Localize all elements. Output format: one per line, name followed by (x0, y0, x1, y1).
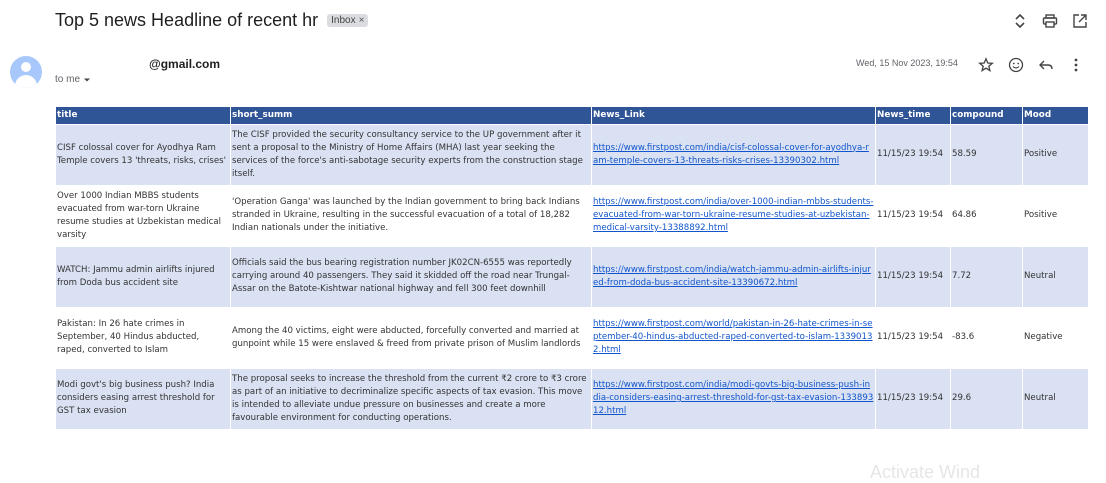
news-time-cell: 11/15/23 19:54 (875, 124, 951, 186)
column-header: short_summ (230, 106, 592, 125)
compound-cell: 58.59 (950, 124, 1023, 186)
table-row: Pakistan: In 26 hate crimes in September… (55, 307, 1089, 369)
remove-label-button[interactable]: × (359, 15, 365, 26)
table-row: Over 1000 Indian MBBS students evacuated… (55, 185, 1089, 247)
news-link[interactable]: https://www.firstpost.com/india/over-100… (591, 185, 876, 247)
expand-icon[interactable] (1012, 13, 1028, 29)
mood-cell: Positive (1022, 124, 1089, 186)
table-row: CISF colossal cover for Ayodhya Ram Temp… (55, 124, 1089, 186)
news-link[interactable]: https://www.firstpost.com/world/pakistan… (591, 307, 876, 369)
summary-cell: The CISF provided the security consultan… (230, 124, 592, 186)
compound-cell: 7.72 (950, 246, 1023, 308)
recipients-toggle[interactable]: to me (55, 74, 91, 85)
mood-cell: Neutral (1022, 368, 1089, 430)
news-title-cell: Modi govt's big business push? India con… (55, 368, 231, 430)
news-title-cell: WATCH: Jammu admin airlifts injured from… (55, 246, 231, 308)
column-header: News_Link (591, 106, 876, 125)
news-title-cell: Over 1000 Indian MBBS students evacuated… (55, 185, 231, 247)
column-header: Mood (1022, 106, 1089, 125)
mood-cell: Positive (1022, 185, 1089, 247)
summary-cell: 'Operation Ganga' was launched by the In… (230, 185, 592, 247)
summary-cell: Among the 40 victims, eight were abducte… (230, 307, 592, 369)
compound-cell: 64.86 (950, 185, 1023, 247)
column-header: title (55, 106, 231, 125)
activate-windows-watermark: Activate Wind (870, 462, 981, 482)
sender-email: @gmail.com (149, 57, 221, 71)
print-icon[interactable] (1042, 13, 1058, 29)
news-link[interactable]: https://www.firstpost.com/india/modi-gov… (591, 368, 876, 430)
star-icon[interactable] (977, 56, 995, 74)
dropdown-arrow-icon (84, 78, 91, 81)
emoji-icon[interactable] (1007, 56, 1025, 74)
reply-icon[interactable] (1037, 56, 1055, 74)
thread-actions (1012, 13, 1088, 29)
sender-avatar[interactable] (10, 56, 42, 88)
table-row: Modi govt's big business push? India con… (55, 368, 1089, 430)
compound-cell: 29.6 (950, 368, 1023, 430)
recipient-text: to me (55, 74, 81, 85)
inbox-label-chip[interactable]: Inbox × (327, 14, 369, 27)
table-row: WATCH: Jammu admin airlifts injured from… (55, 246, 1089, 308)
subject-row: Top 5 news Headline of recent hr Inbox × (55, 10, 369, 31)
news-time-cell: 11/15/23 19:54 (875, 246, 951, 308)
summary-cell: Officials said the bus bearing registrat… (230, 246, 592, 308)
summary-cell: The proposal seeks to increase the thres… (230, 368, 592, 430)
more-vert-icon[interactable] (1067, 56, 1085, 74)
news-title-cell: CISF colossal cover for Ayodhya Ram Temp… (55, 124, 231, 186)
table-header-row: title short_summ News_Link News_time com… (55, 106, 1089, 125)
column-header: News_time (875, 106, 951, 125)
news-time-cell: 11/15/23 19:54 (875, 368, 951, 430)
news-time-cell: 11/15/23 19:54 (875, 307, 951, 369)
news-time-cell: 11/15/23 19:54 (875, 185, 951, 247)
compound-cell: -83.6 (950, 307, 1023, 369)
inbox-label-text: Inbox (331, 15, 356, 26)
message-actions (977, 56, 1085, 74)
open-new-window-icon[interactable] (1072, 13, 1088, 29)
news-link[interactable]: https://www.firstpost.com/india/cisf-col… (591, 124, 876, 186)
mood-cell: Neutral (1022, 246, 1089, 308)
news-table: title short_summ News_Link News_time com… (55, 106, 1089, 430)
column-header: compound (950, 106, 1023, 125)
email-date: Wed, 15 Nov 2023, 19:54 (856, 58, 958, 68)
mood-cell: Negative (1022, 307, 1089, 369)
email-subject: Top 5 news Headline of recent hr (55, 10, 319, 30)
news-link[interactable]: https://www.firstpost.com/india/watch-ja… (591, 246, 876, 308)
news-title-cell: Pakistan: In 26 hate crimes in September… (55, 307, 231, 369)
